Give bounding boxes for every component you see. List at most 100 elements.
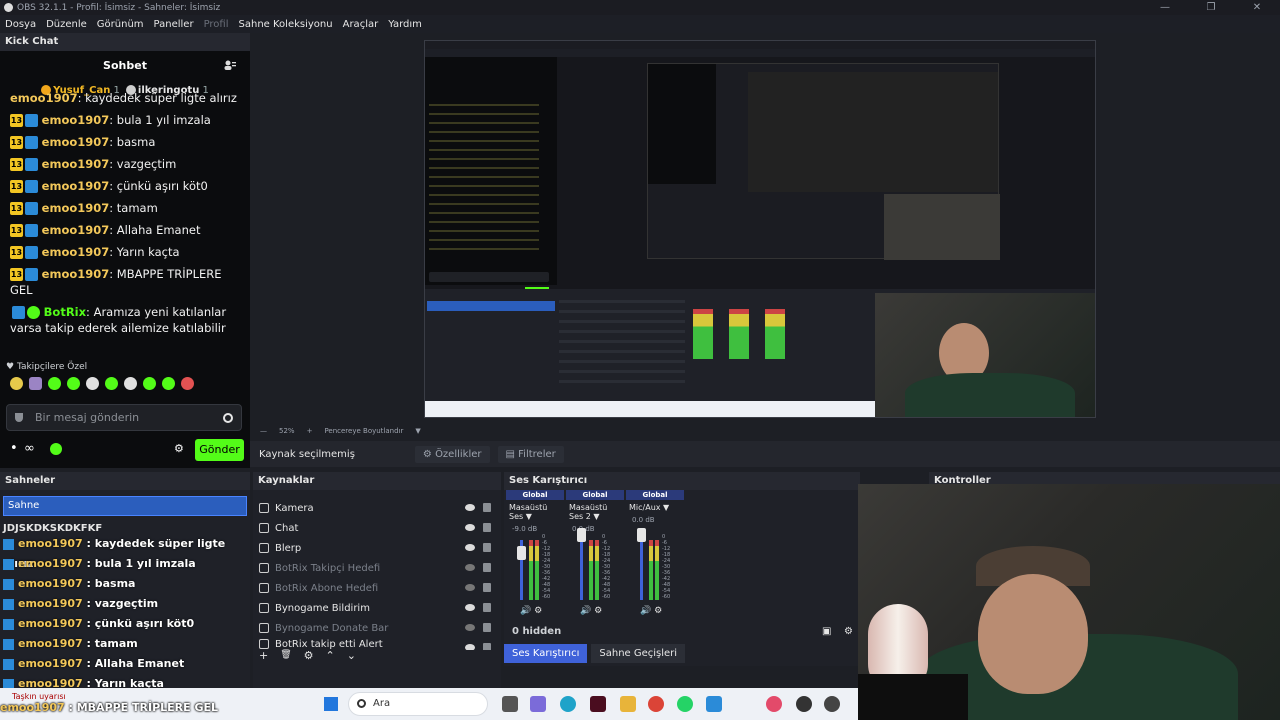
- channel-name[interactable]: Masaüstü Ses ▼: [506, 503, 564, 521]
- obs-icon[interactable]: [796, 696, 812, 712]
- visibility-eye-icon[interactable]: [465, 544, 475, 551]
- app-icon[interactable]: [590, 696, 606, 712]
- mixer-settings-icon[interactable]: ⚙: [844, 626, 853, 637]
- weather-alert[interactable]: Taşkın uyarısı: [12, 692, 66, 701]
- add-source-button[interactable]: +: [259, 649, 268, 662]
- kick-logo-icon[interactable]: [50, 443, 62, 455]
- menu-paneller[interactable]: Paneller: [149, 19, 199, 30]
- menu-yardim[interactable]: Yardım: [383, 19, 427, 30]
- gear-icon[interactable]: ⚙: [534, 606, 542, 616]
- menu-dosya[interactable]: Dosya: [0, 19, 41, 30]
- edge-icon[interactable]: [560, 696, 576, 712]
- menu-duzenle[interactable]: Düzenle: [41, 19, 92, 30]
- emote-icon[interactable]: [48, 376, 61, 390]
- maximize-button[interactable]: ❐: [1188, 0, 1234, 15]
- chat-settings-icon[interactable]: ⚙: [174, 442, 184, 455]
- chat-username[interactable]: emoo1907: [42, 267, 110, 281]
- volume-fader-handle[interactable]: [577, 528, 586, 542]
- program-preview[interactable]: [424, 40, 1096, 418]
- channel-name[interactable]: Mic/Aux ▼: [626, 503, 684, 512]
- hidden-eye-icon[interactable]: [465, 584, 475, 591]
- chat-username[interactable]: emoo1907: [10, 91, 78, 105]
- lock-icon[interactable]: [483, 523, 491, 532]
- menu-profil[interactable]: Profil: [199, 19, 234, 30]
- volume-fader-handle[interactable]: [637, 528, 646, 542]
- speaker-icon[interactable]: 🔊: [580, 606, 591, 616]
- send-button[interactable]: Gönder: [195, 439, 244, 461]
- volume-fader[interactable]: [640, 540, 643, 600]
- speaker-icon[interactable]: 🔊: [640, 606, 651, 616]
- chat-input[interactable]: Bir mesaj gönderin: [6, 404, 242, 431]
- emote-icon[interactable]: [143, 376, 156, 390]
- lock-icon[interactable]: [483, 583, 491, 592]
- hidden-channels-count[interactable]: 0 hidden: [512, 626, 561, 637]
- emote-icon[interactable]: [181, 376, 194, 390]
- source-item[interactable]: BotRix Abone Hedefi: [253, 578, 501, 598]
- source-item[interactable]: Bynogame Donate Bar: [253, 618, 501, 638]
- zoom-plus-button[interactable]: +: [307, 427, 313, 435]
- source-item[interactable]: Kamera: [253, 498, 501, 518]
- lock-icon[interactable]: [483, 623, 491, 632]
- gear-icon[interactable]: ⚙: [594, 606, 602, 616]
- app-icon[interactable]: [766, 696, 782, 712]
- zoom-minus-button[interactable]: —: [260, 427, 267, 435]
- remove-source-button[interactable]: 🗑: [280, 650, 291, 660]
- mixer-layout-icon[interactable]: ▣: [822, 626, 831, 637]
- source-item[interactable]: BotRix Takipçi Hedefi: [253, 558, 501, 578]
- chat-username[interactable]: emoo1907: [42, 223, 110, 237]
- visibility-eye-icon[interactable]: [465, 524, 475, 531]
- close-button[interactable]: ✕: [1234, 0, 1280, 15]
- emoji-icon[interactable]: [223, 413, 233, 423]
- chat-username[interactable]: emoo1907: [42, 157, 110, 171]
- source-item[interactable]: Chat: [253, 518, 501, 538]
- properties-button[interactable]: ⚙ Özellikler: [414, 445, 490, 463]
- fit-to-window-button[interactable]: Pencereye Boyutlandır: [324, 427, 403, 435]
- windows-start-icon[interactable]: [324, 697, 338, 711]
- points-icon[interactable]: •: [10, 441, 18, 456]
- emote-icon[interactable]: [10, 376, 23, 390]
- menu-gorunum[interactable]: Görünüm: [92, 19, 149, 30]
- lock-icon[interactable]: [483, 563, 491, 572]
- channel-name[interactable]: Masaüstü Ses 2 ▼: [566, 503, 624, 521]
- emote-icon[interactable]: [29, 376, 42, 390]
- lock-icon[interactable]: [483, 543, 491, 552]
- hidden-eye-icon[interactable]: [465, 564, 475, 571]
- volume-fader[interactable]: [580, 540, 583, 600]
- menu-araclar[interactable]: Araçlar: [338, 19, 384, 30]
- speaker-icon[interactable]: 🔊: [520, 606, 531, 616]
- chat-username[interactable]: emoo1907: [42, 135, 110, 149]
- menu-sahne-koleksiyonu[interactable]: Sahne Koleksiyonu: [234, 19, 338, 30]
- store-icon[interactable]: [706, 696, 722, 712]
- chat-username[interactable]: emoo1907: [42, 179, 110, 193]
- chat-username[interactable]: BotRix: [44, 305, 86, 319]
- emote-icon[interactable]: [124, 376, 137, 390]
- volume-fader-handle[interactable]: [517, 546, 526, 560]
- lock-icon[interactable]: [483, 603, 491, 612]
- visibility-eye-icon[interactable]: [465, 504, 475, 511]
- chevron-down-icon[interactable]: ▼: [415, 427, 420, 435]
- scene-item-sahne[interactable]: Sahne: [3, 496, 247, 516]
- whatsapp-icon[interactable]: [677, 696, 693, 712]
- chat-username[interactable]: emoo1907: [42, 113, 110, 127]
- task-view-icon[interactable]: [502, 696, 518, 712]
- tab-scene-transitions[interactable]: Sahne Geçişleri: [591, 644, 686, 663]
- copilot-icon[interactable]: [530, 696, 546, 712]
- taskbar-search[interactable]: Ara: [348, 692, 488, 716]
- users-icon[interactable]: [224, 59, 236, 71]
- source-item[interactable]: Blerp: [253, 538, 501, 558]
- chatgpt-icon[interactable]: [824, 696, 840, 712]
- emote-icon[interactable]: [67, 376, 80, 390]
- chrome-icon[interactable]: [648, 696, 664, 712]
- emote-icon[interactable]: [162, 376, 175, 390]
- hidden-eye-icon[interactable]: [465, 624, 475, 631]
- move-down-button[interactable]: ⌄: [347, 649, 356, 662]
- filters-button[interactable]: ▤ Filtreler: [497, 445, 564, 463]
- minimize-button[interactable]: —: [1142, 0, 1188, 15]
- source-settings-button[interactable]: ⚙: [304, 649, 314, 662]
- emote-icon[interactable]: [86, 376, 99, 390]
- chat-username[interactable]: emoo1907: [42, 201, 110, 215]
- chat-username[interactable]: emoo1907: [42, 245, 110, 259]
- emote-icon[interactable]: [105, 376, 118, 390]
- move-up-button[interactable]: ⌃: [326, 649, 335, 662]
- visibility-eye-icon[interactable]: [465, 604, 475, 611]
